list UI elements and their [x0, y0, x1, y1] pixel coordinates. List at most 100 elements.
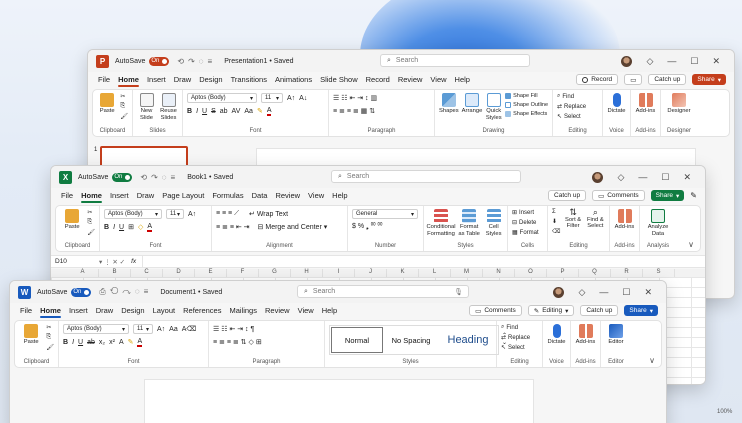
find-button[interactable]: ⌕ Find: [557, 93, 586, 100]
diamond-icon[interactable]: ◇: [646, 56, 653, 67]
font-name-dropdown[interactable]: Aptos (Body) ▾: [187, 93, 257, 103]
font-size-dropdown[interactable]: 11 ▾: [133, 324, 153, 334]
search-box[interactable]: ⌕ Search: [331, 170, 521, 183]
format-cells-button[interactable]: ▦ Format: [512, 229, 539, 237]
autosum-icon[interactable]: Σ: [552, 209, 560, 215]
catchup-button[interactable]: Catch up: [648, 74, 687, 85]
document-title[interactable]: Document1 • Saved: [160, 289, 222, 296]
designer-button[interactable]: Designer: [665, 93, 693, 115]
share-button[interactable]: Share ▾: [692, 74, 726, 85]
number-format-dropdown[interactable]: General ▾: [352, 209, 418, 219]
paste-button[interactable]: Paste: [97, 93, 117, 115]
new-slide-button[interactable]: New Slide: [137, 93, 156, 121]
paste-button[interactable]: Paste: [60, 209, 84, 231]
name-box[interactable]: D10: [51, 258, 99, 265]
addins-button[interactable]: Add-ins: [614, 209, 635, 231]
subscript-icon[interactable]: x₂: [99, 339, 105, 346]
italic-icon[interactable]: I: [113, 224, 115, 231]
tab-file[interactable]: File: [94, 75, 114, 84]
quick-access-icons[interactable]: ⎙⟲↷◌≡: [99, 287, 152, 297]
column-header[interactable]: S: [643, 269, 675, 277]
comments-button[interactable]: ▭ Comments: [469, 305, 522, 316]
tab-record[interactable]: Record: [362, 75, 394, 84]
shrink-font-icon[interactable]: A↓: [299, 95, 307, 102]
column-header[interactable]: I: [323, 269, 355, 277]
collapse-ribbon-icon[interactable]: ∨: [649, 356, 655, 365]
copy-icon[interactable]: ⎘: [87, 219, 95, 226]
autosave-toggle[interactable]: On: [149, 56, 170, 66]
copy-icon[interactable]: ⎘: [120, 103, 128, 110]
tab-slide-show[interactable]: Slide Show: [316, 75, 362, 84]
tab-review[interactable]: Review: [271, 191, 304, 200]
fill-color-icon[interactable]: ◇: [138, 223, 143, 231]
bold-icon[interactable]: B: [63, 339, 68, 346]
record-button[interactable]: Record: [576, 74, 619, 85]
font-name-dropdown[interactable]: Aptos (Body) ▾: [104, 209, 162, 219]
analyze-data-button[interactable]: Analyze Data: [644, 209, 672, 237]
quick-styles-button[interactable]: Quick Styles: [485, 93, 502, 121]
share-button[interactable]: Share ▾: [624, 305, 658, 316]
halign-icons[interactable]: ≡ ≣ ≡ ⇤ ⇥: [216, 223, 250, 231]
shape-effects-button[interactable]: Shape Effects: [505, 111, 548, 117]
maximize-icon[interactable]: ☐: [622, 287, 630, 298]
font-name-dropdown[interactable]: Aptos (Body) ▾: [63, 324, 129, 334]
sort-filter-button[interactable]: ⇅ Sort & Filter: [563, 208, 582, 230]
quick-access-icons[interactable]: ⟲↷◌≡: [177, 57, 216, 66]
minimize-icon[interactable]: —: [599, 287, 608, 297]
fill-icon[interactable]: ⬇: [552, 218, 560, 225]
tab-design[interactable]: Design: [195, 75, 226, 84]
avatar[interactable]: [621, 55, 633, 67]
shapes-button[interactable]: Shapes: [439, 93, 459, 115]
document-title[interactable]: Book1 • Saved: [187, 174, 233, 181]
autosave-toggle[interactable]: On: [112, 172, 133, 182]
italic-icon[interactable]: I: [196, 108, 198, 115]
document-page[interactable]: [144, 379, 534, 423]
tab-transitions[interactable]: Transitions: [227, 75, 271, 84]
column-header[interactable]: K: [387, 269, 419, 277]
shape-outline-button[interactable]: Shape Outline: [505, 102, 548, 108]
tab-view[interactable]: View: [294, 306, 318, 315]
column-header[interactable]: J: [355, 269, 387, 277]
column-header[interactable]: D: [163, 269, 195, 277]
format-painter-icon[interactable]: 🖌: [120, 113, 128, 120]
collapse-ribbon-icon[interactable]: ∨: [688, 240, 694, 249]
style-no-spacing[interactable]: No Spacing: [384, 326, 438, 354]
avatar[interactable]: [553, 286, 565, 298]
minimize-icon[interactable]: —: [667, 56, 676, 66]
shape-fill-button[interactable]: Shape Fill: [505, 93, 548, 99]
format-as-table-button[interactable]: Format as Table: [457, 209, 481, 237]
column-header[interactable]: N: [483, 269, 515, 277]
dictate-button[interactable]: Dictate: [547, 324, 566, 346]
column-header[interactable]: A: [67, 269, 99, 277]
tab-home[interactable]: Home: [36, 306, 65, 318]
tab-view[interactable]: View: [426, 75, 450, 84]
share-button[interactable]: Share ▾: [650, 190, 685, 201]
tab-help[interactable]: Help: [451, 75, 474, 84]
tab-insert[interactable]: Insert: [65, 306, 92, 315]
tab-file[interactable]: File: [16, 306, 36, 315]
tab-formulas[interactable]: Formulas: [208, 191, 247, 200]
superscript-icon[interactable]: x²: [109, 339, 115, 346]
tab-design[interactable]: Design: [117, 306, 148, 315]
tab-draw[interactable]: Draw: [92, 306, 118, 315]
borders-icon[interactable]: ⊞: [128, 223, 134, 231]
format-painter-icon[interactable]: 🖌: [87, 229, 95, 236]
tab-help[interactable]: Help: [318, 306, 341, 315]
bold-icon[interactable]: B: [104, 224, 109, 231]
catchup-button[interactable]: Catch up: [580, 305, 619, 316]
maximize-icon[interactable]: ☐: [690, 56, 698, 67]
change-case-icon[interactable]: Aa: [169, 326, 178, 333]
arrange-button[interactable]: Arrange: [462, 93, 482, 115]
column-header[interactable]: L: [419, 269, 451, 277]
column-header[interactable]: M: [451, 269, 483, 277]
comments-button[interactable]: ▭ Comments: [592, 190, 645, 201]
diamond-icon[interactable]: ◇: [578, 287, 585, 298]
list-icons[interactable]: ☰ ☷ ⇤ ⇥ ↕ ▥: [333, 93, 377, 103]
quick-access-icons[interactable]: ⟲↷◌≡: [140, 173, 179, 182]
close-icon[interactable]: ✕: [644, 287, 652, 298]
strikethrough-icon[interactable]: S: [211, 108, 216, 115]
tab-review[interactable]: Review: [261, 306, 294, 315]
wrap-text-button[interactable]: ↵ Wrap Text: [249, 210, 288, 218]
select-button[interactable]: ↖ Select: [501, 344, 530, 352]
highlight-icon[interactable]: ✎: [257, 107, 263, 115]
